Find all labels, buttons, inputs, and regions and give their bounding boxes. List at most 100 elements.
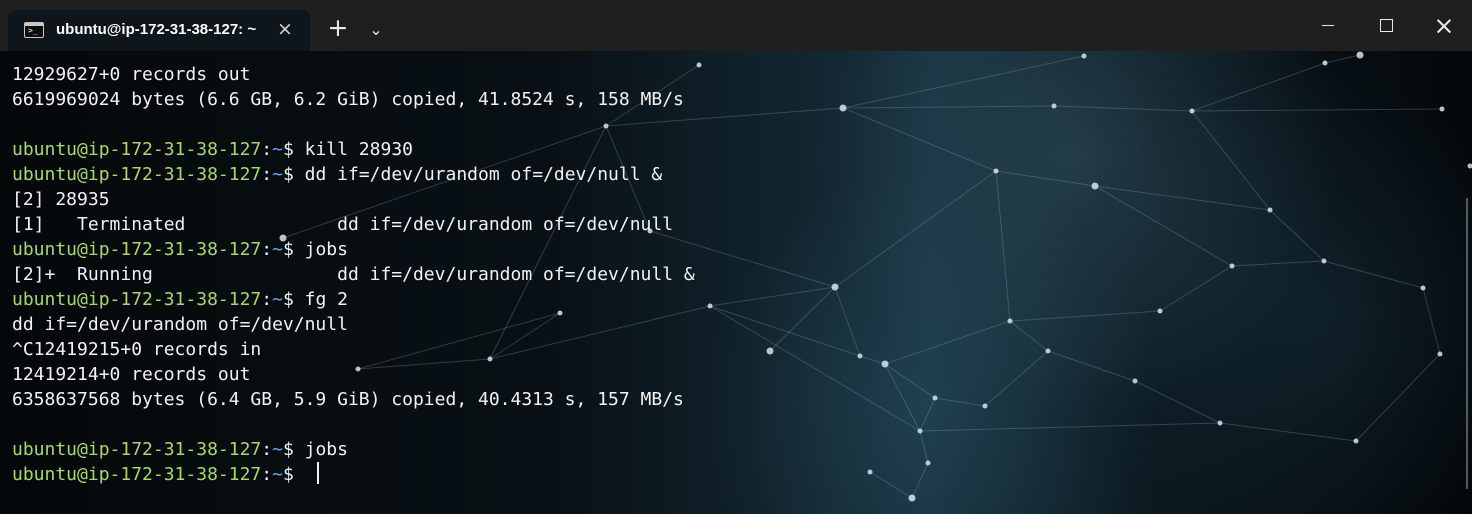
close-window-button[interactable]: × [1415, 0, 1472, 51]
network-line [884, 363, 936, 399]
terminal-icon: >_ [24, 22, 44, 38]
network-line [1047, 350, 1136, 382]
prompt-symbol: $ [282, 164, 305, 185]
network-line [919, 397, 936, 432]
prompt-symbol: : [261, 239, 273, 260]
prompt-symbol: : [261, 464, 273, 485]
network-line [834, 170, 997, 288]
prompt-symbol: $ [282, 239, 305, 260]
prompt-user: ubuntu@ip-172-31-38-127 [12, 139, 262, 160]
network-line [1094, 185, 1233, 267]
prompt-symbol: : [261, 439, 273, 460]
network-node [831, 283, 839, 291]
prompt-path: ~ [272, 164, 283, 185]
output-line: [2]+ Running dd if=/dev/urandom of=/dev/… [12, 264, 695, 285]
network-node [1081, 53, 1087, 59]
network-line [1324, 54, 1361, 64]
prompt-line: ubuntu@ip-172-31-38-127:~$ jobs [12, 437, 695, 462]
prompt-user: ubuntu@ip-172-31-38-127 [12, 289, 262, 310]
network-node [1356, 51, 1364, 59]
network-node [993, 168, 999, 174]
command-text: jobs [304, 239, 348, 260]
network-line [1191, 110, 1271, 211]
network-node [1321, 258, 1327, 264]
network-node [1267, 207, 1273, 213]
network-line [1094, 185, 1271, 211]
prompt-path: ~ [272, 289, 283, 310]
network-node [696, 62, 702, 68]
prompt-path: ~ [272, 439, 283, 460]
network-line [1053, 105, 1193, 112]
network-line [984, 350, 1049, 407]
new-tab-button[interactable]: + [324, 14, 352, 42]
network-line [1422, 287, 1441, 355]
network-node [1229, 263, 1235, 269]
output-line: ^C12419215+0 records in [12, 339, 262, 360]
network-line [842, 107, 997, 172]
command-text: dd if=/dev/urandom of=/dev/null & [304, 164, 663, 185]
output-line: [1] Terminated dd if=/dev/urandom of=/de… [12, 214, 674, 235]
terminal-tab[interactable]: >_ ubuntu@ip-172-31-38-127: ~ × [8, 10, 310, 51]
dropdown-button[interactable]: ⌄ [362, 16, 390, 44]
network-node [867, 469, 873, 475]
network-line [709, 305, 921, 432]
network-node [857, 353, 863, 359]
network-node [1157, 308, 1163, 314]
network-line [995, 170, 1096, 187]
network-node [1091, 182, 1099, 190]
output-line: 12929627+0 records out [12, 64, 251, 85]
prompt-line: ubuntu@ip-172-31-38-127:~$ dd if=/dev/ur… [12, 162, 695, 187]
network-node [1045, 348, 1051, 354]
network-line [859, 355, 886, 365]
network-node [766, 347, 774, 355]
network-line [1191, 108, 1443, 112]
prompt-symbol: : [261, 164, 273, 185]
network-line [1159, 265, 1233, 312]
output-line: dd if=/dev/urandom of=/dev/null [12, 314, 348, 335]
network-node [1051, 103, 1057, 109]
terminal-content[interactable]: 12929627+0 records out 6619969024 bytes (… [0, 51, 1472, 514]
network-line [842, 55, 1085, 109]
command-text: kill 28930 [304, 139, 413, 160]
prompt-line: ubuntu@ip-172-31-38-127:~$ kill 28930 [12, 137, 695, 162]
prompt-symbol: : [261, 289, 273, 310]
network-line [1231, 260, 1325, 267]
network-line [1191, 62, 1326, 112]
network-line [995, 170, 1011, 322]
title-bar: >_ ubuntu@ip-172-31-38-127: ~ × + ⌄ × [0, 0, 1472, 51]
prompt-symbol: $ [282, 289, 305, 310]
network-line [1009, 320, 1049, 352]
network-node [1439, 106, 1445, 112]
output-line: [2] 28935 [12, 189, 110, 210]
scrollbar[interactable] [1466, 198, 1468, 489]
prompt-path: ~ [272, 464, 283, 485]
network-line [934, 397, 986, 407]
output-line: 12419214+0 records out [12, 364, 251, 385]
network-node [1189, 108, 1195, 114]
prompt-path: ~ [272, 239, 283, 260]
prompt-user: ubuntu@ip-172-31-38-127 [12, 464, 262, 485]
prompt-user: ubuntu@ip-172-31-38-127 [12, 439, 262, 460]
close-tab-button[interactable]: × [274, 16, 296, 42]
network-node [1007, 318, 1013, 324]
network-line [709, 305, 861, 357]
prompt-symbol: $ [282, 439, 305, 460]
prompt-symbol: $ [282, 139, 305, 160]
network-node [982, 403, 988, 409]
network-node [925, 460, 931, 466]
minimize-button[interactable] [1299, 0, 1357, 51]
network-node [908, 494, 916, 502]
terminal-window: >_ ubuntu@ip-172-31-38-127: ~ × + ⌄ × 12… [0, 0, 1472, 514]
prompt-line: ubuntu@ip-172-31-38-127:~$ jobs [12, 237, 695, 262]
output-line: 6358637568 bytes (6.4 GB, 5.9 GiB) copie… [12, 389, 684, 410]
tab-title: ubuntu@ip-172-31-38-127: ~ [56, 21, 257, 38]
prompt-line: ubuntu@ip-172-31-38-127:~$ [12, 462, 695, 487]
network-line [1323, 260, 1424, 289]
network-line [911, 462, 929, 499]
network-line [1355, 353, 1441, 442]
network-node [1467, 163, 1472, 169]
prompt-symbol: $ [282, 464, 305, 485]
maximize-button[interactable] [1357, 0, 1415, 51]
